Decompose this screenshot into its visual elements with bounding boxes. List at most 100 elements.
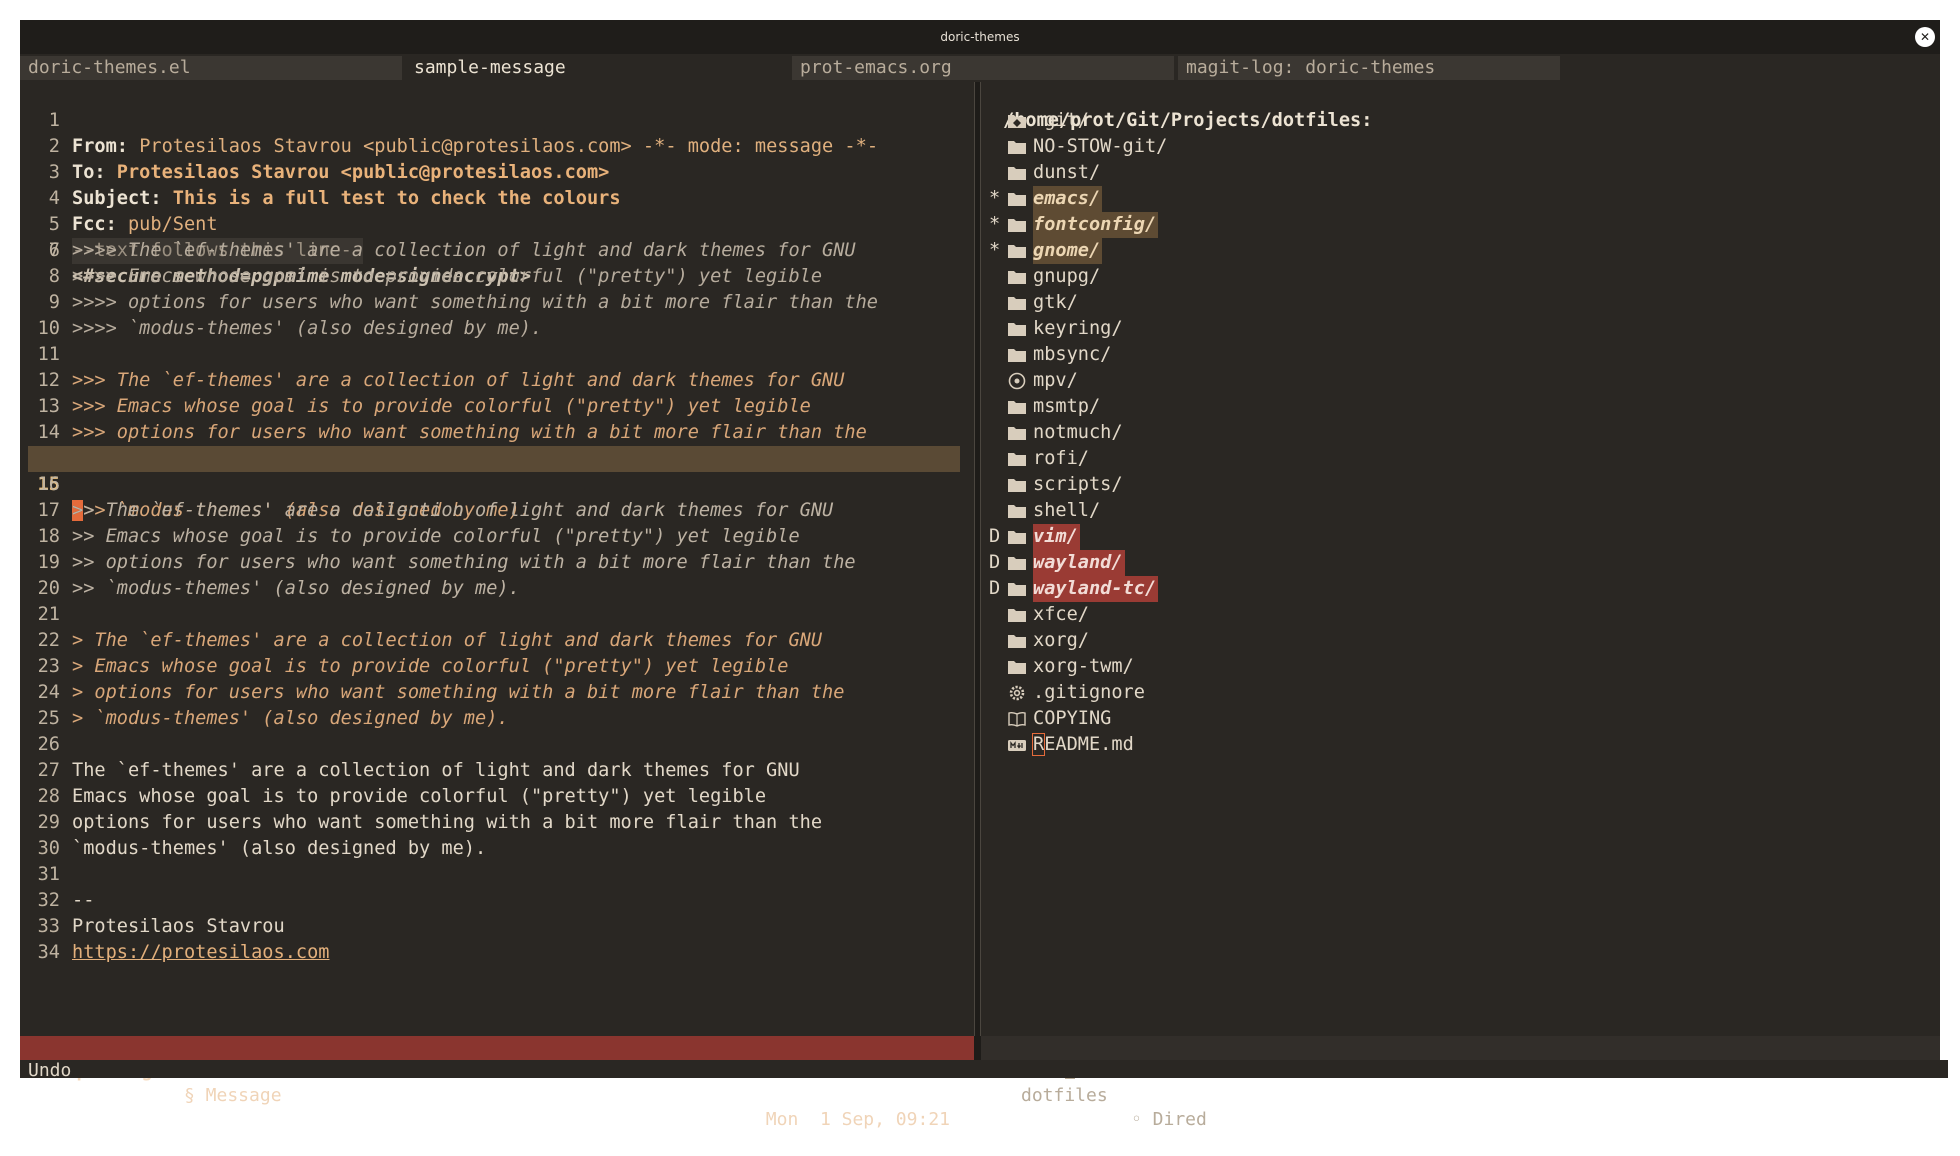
dired-entry[interactable]: Dwayland/ — [981, 550, 1940, 576]
body-text: options for users who want something wit… — [72, 812, 823, 833]
dired-entry[interactable]: rofi/ — [981, 446, 1940, 472]
dired-entry[interactable]: * emacs/ — [981, 186, 1940, 212]
tab-magit-log[interactable]: magit-log: doric-themes — [1178, 56, 1560, 80]
dired-filename[interactable]: emacs/ — [1033, 186, 1103, 212]
dired-entry[interactable]: keyring/ — [981, 316, 1940, 342]
mode-line-active[interactable]: samp...sage § Message Mon 1 Sep, 09:21 — [20, 1036, 974, 1130]
dired-filename[interactable]: msmtp/ — [1033, 394, 1100, 420]
dired-filename[interactable]: scripts/ — [1033, 472, 1123, 498]
dired-entry[interactable]: xfce/ — [981, 602, 1940, 628]
dired-entry[interactable]: gtk/ — [981, 290, 1940, 316]
buffer-line: 3 Subject: This is a full test to check … — [20, 134, 974, 209]
dired-entry[interactable]: .gitignore — [981, 680, 1940, 706]
folder-icon — [1007, 398, 1027, 416]
dired-filename[interactable]: .gitignore — [1033, 680, 1145, 706]
dired-entry[interactable]: xorg-twm/ — [981, 654, 1940, 680]
close-button[interactable]: ✕ — [1915, 27, 1935, 47]
dired-entry[interactable]: msmtp/ — [981, 394, 1940, 420]
dired-filename[interactable]: wayland-tc/ — [1033, 576, 1159, 602]
dired-mark: * — [989, 214, 1001, 235]
buffer-line: 5 --text follows this line-- — [20, 186, 974, 264]
message-buffer[interactable]: 1 From: Protesilaos Stavrou <public@prot… — [20, 82, 974, 1036]
dired-mark: * — [989, 240, 1001, 261]
folder-icon — [1007, 424, 1027, 442]
dired-filename[interactable]: keyring/ — [1033, 316, 1123, 342]
dired-entry[interactable]: scripts/ — [981, 472, 1940, 498]
dired-entry[interactable]: README.md — [981, 732, 1940, 758]
dired-entry[interactable]: mpv/ — [981, 368, 1940, 394]
dired-filename[interactable]: gnome/ — [1033, 238, 1103, 264]
dired-filename[interactable]: NO-STOW-git/ — [1033, 134, 1167, 160]
dired-filename[interactable]: COPYING — [1033, 706, 1111, 732]
buffer-line: 22 > The `ef-themes' are a collection of … — [20, 628, 974, 654]
gear-icon — [1007, 684, 1027, 702]
dired-filename[interactable]: notmuch/ — [1033, 420, 1123, 446]
quote-level-4: >>>> Emacs whose goal is to provide colo… — [72, 266, 823, 287]
emacs-window: doric-themes ✕ doric-themes.el sample-me… — [20, 20, 1948, 1130]
dired-filename[interactable]: xorg-twm/ — [1033, 654, 1134, 680]
dired-filename[interactable]: dunst/ — [1033, 160, 1100, 186]
git-folder-icon — [1007, 112, 1027, 130]
line-number: 28 — [37, 786, 60, 807]
quote-level-1: > The `ef-themes' are a collection of li… — [72, 630, 823, 651]
dired-filename[interactable]: xfce/ — [1033, 602, 1089, 628]
buffer-line: 26 — [20, 732, 974, 758]
buffer-line: 21 — [20, 602, 974, 628]
signature-link[interactable]: https://protesilaos.com — [72, 940, 329, 966]
close-icon[interactable]: ✕ — [1920, 30, 1930, 44]
line-number: 10 — [37, 318, 60, 339]
dired-buffer[interactable]: /home/prot/Git/Projects/dotfiles: .git/N… — [981, 82, 1940, 1036]
dired-entry[interactable]: dunst/ — [981, 160, 1940, 186]
dired-filename[interactable]: gnupg/ — [1033, 264, 1100, 290]
dired-filename[interactable]: rofi/ — [1033, 446, 1089, 472]
folder-icon — [1007, 294, 1027, 312]
line-number: 23 — [37, 656, 60, 677]
folder-icon — [1007, 216, 1027, 234]
dired-filename[interactable]: shell/ — [1033, 498, 1100, 524]
dired-entry[interactable]: * fontconfig/ — [981, 212, 1940, 238]
dired-entry[interactable]: xorg/ — [981, 628, 1940, 654]
tab-prot-emacs-org[interactable]: prot-emacs.org — [792, 56, 1174, 80]
dired-entry[interactable]: * gnome/ — [981, 238, 1940, 264]
dired-entry[interactable]: Dvim/ — [981, 524, 1940, 550]
dired-filename[interactable]: xorg/ — [1033, 628, 1089, 654]
dired-filename[interactable]: vim/ — [1033, 524, 1080, 550]
dired-entry[interactable]: COPYING — [981, 706, 1940, 732]
dired-entry[interactable]: notmuch/ — [981, 420, 1940, 446]
buffer-line: 11 — [20, 342, 974, 368]
mode-line-divider — [974, 1036, 981, 1060]
line-number: 31 — [37, 864, 60, 885]
body-text: Emacs whose goal is to provide colorful … — [72, 786, 767, 807]
dired-filename[interactable]: .git/ — [1033, 108, 1089, 134]
dired-filename[interactable]: mbsync/ — [1033, 342, 1111, 368]
dired-entry[interactable]: Dwayland-tc/ — [981, 576, 1940, 602]
window-divider[interactable] — [974, 82, 981, 1036]
markdown-icon — [1007, 736, 1027, 754]
dired-filename[interactable]: README.md — [1031, 732, 1134, 758]
dired-entry[interactable]: .git/ — [981, 108, 1940, 134]
line-number: 22 — [37, 630, 60, 651]
dired-entry[interactable]: shell/ — [981, 498, 1940, 524]
buffer-line: 20 >> `modus-themes' (also designed by me… — [20, 576, 974, 602]
dired-entry[interactable]: gnupg/ — [981, 264, 1940, 290]
dired-entry[interactable]: mbsync/ — [981, 342, 1940, 368]
text-cursor: R — [1031, 733, 1046, 756]
buffer-line: 7 >>>> The `ef-themes' are a collection o… — [20, 238, 974, 264]
tab-sample-message[interactable]: sample-message — [406, 56, 788, 80]
dired-entry[interactable]: NO-STOW-git/ — [981, 134, 1940, 160]
line-number: 24 — [37, 682, 60, 703]
tab-doric-themes-el[interactable]: doric-themes.el — [20, 56, 402, 80]
buffer-line: 1 From: Protesilaos Stavrou <public@prot… — [20, 82, 974, 157]
line-number: 32 — [37, 890, 60, 911]
quote-level-2: >> options for users who want something … — [72, 552, 856, 573]
buffer-line: 6 <#secure method=pgpmime mode=signencry… — [20, 212, 974, 287]
dired-filename[interactable]: gtk/ — [1033, 290, 1078, 316]
folder-icon — [1007, 632, 1027, 650]
line-number: 20 — [37, 578, 60, 599]
dired-filename[interactable]: wayland/ — [1033, 550, 1125, 576]
dired-filename[interactable]: fontconfig/ — [1033, 212, 1159, 238]
dired-mark: D — [989, 552, 1001, 573]
buffer-line: 10 >>>> `modus-themes' (also designed by … — [20, 316, 974, 342]
mode-line-inactive[interactable]: dotfiles ◦ Dired — [981, 1036, 1940, 1130]
dired-filename[interactable]: mpv/ — [1033, 368, 1078, 394]
